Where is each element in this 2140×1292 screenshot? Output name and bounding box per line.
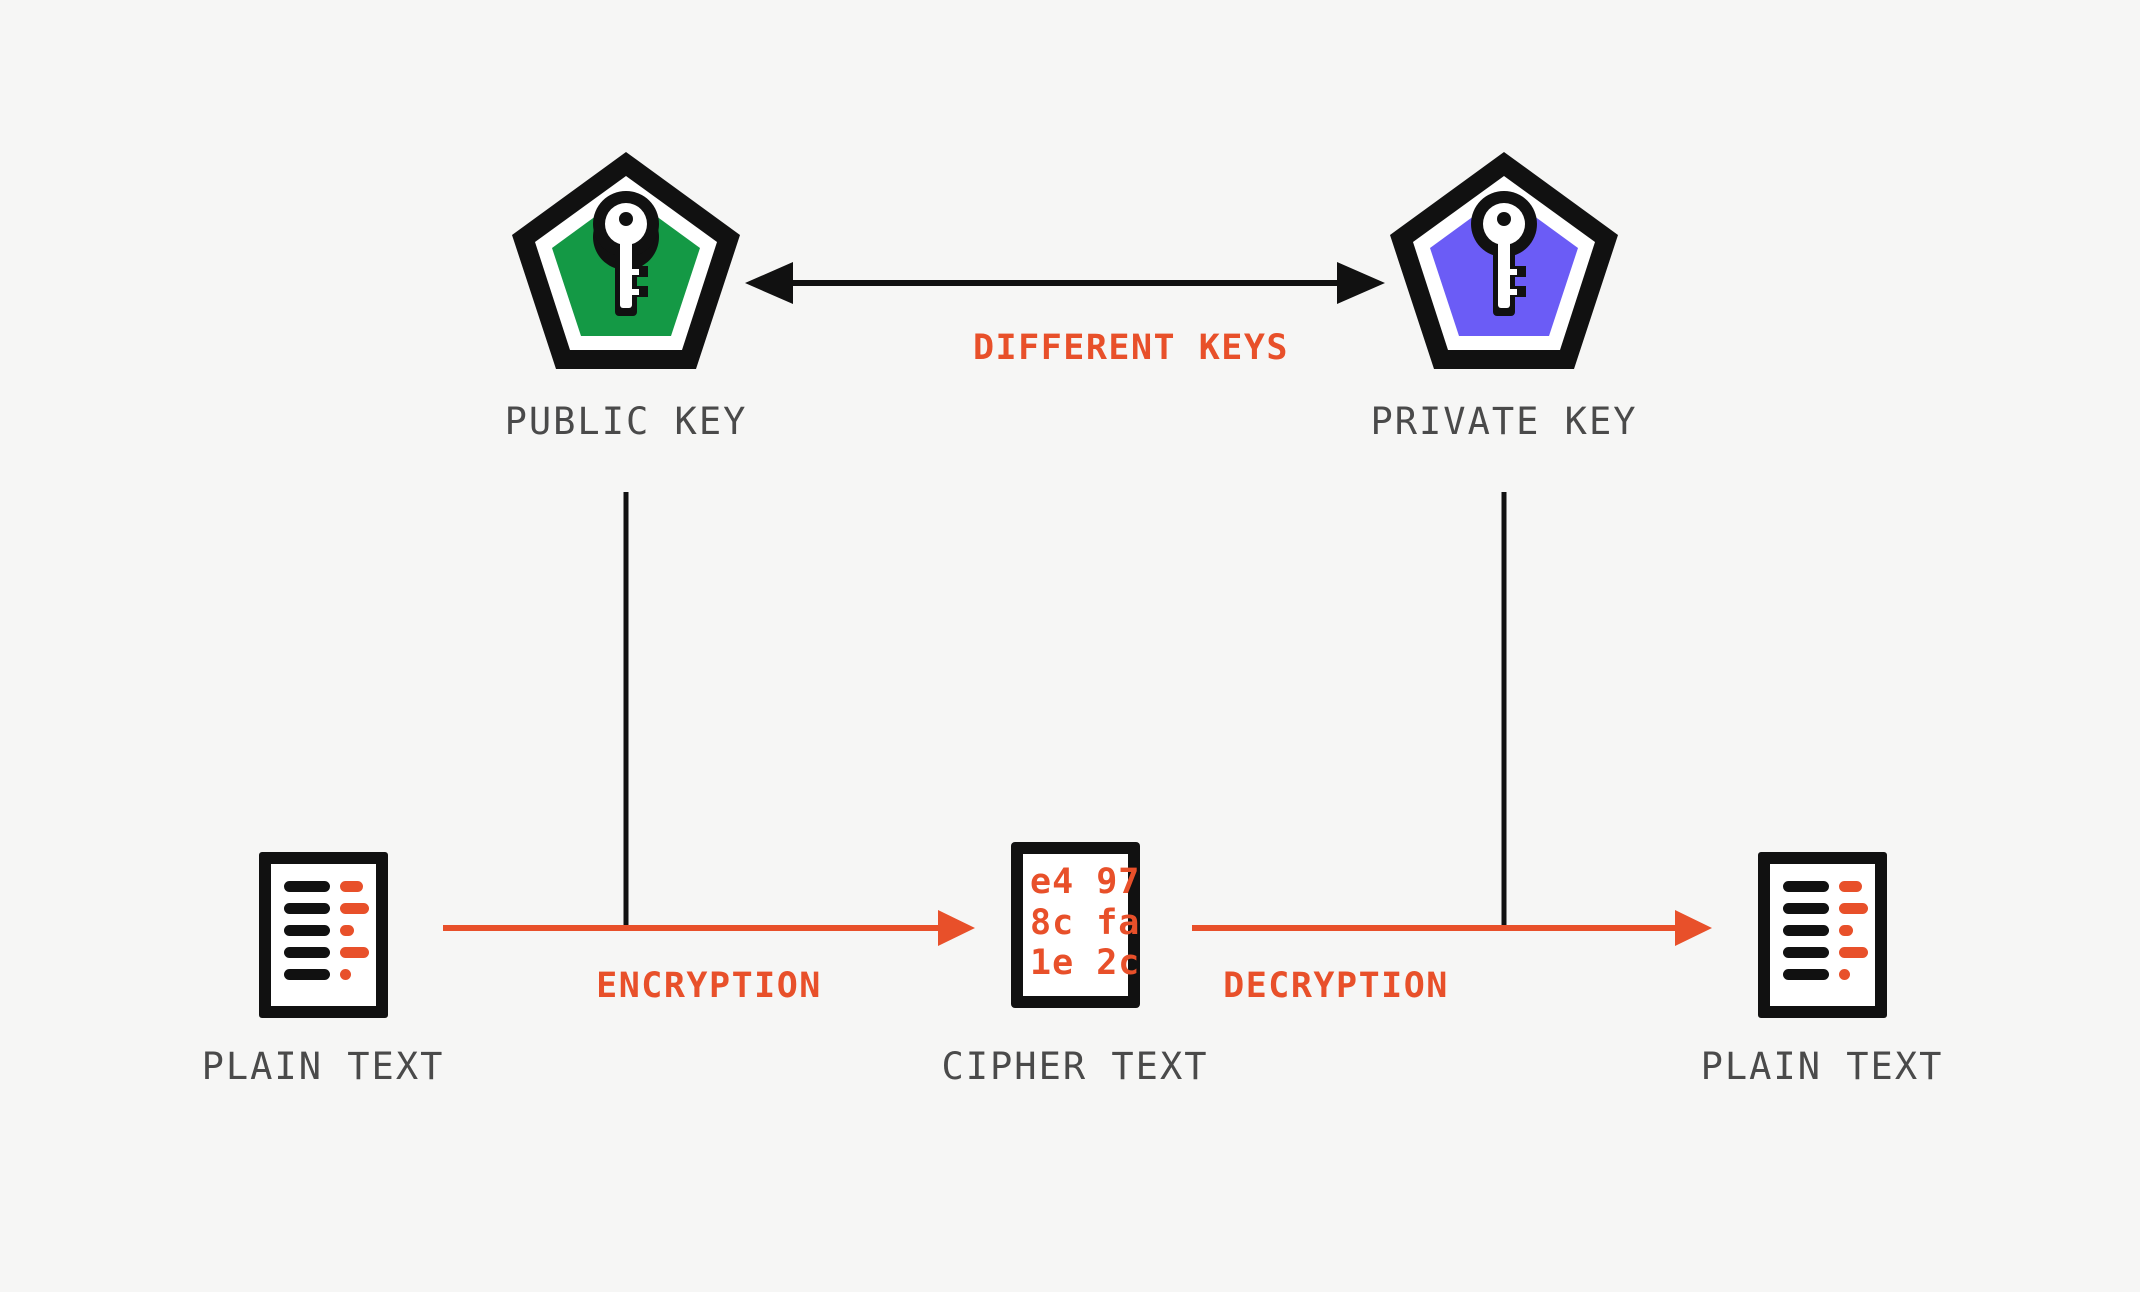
diagram-vector-layer	[259, 152, 1887, 1018]
plain-text-label-left: PLAIN TEXT	[201, 1045, 445, 1088]
encryption-arrow	[443, 910, 975, 946]
plain-text-document-left[interactable]	[259, 852, 388, 1018]
private-key-label: PRIVATE KEY	[1370, 400, 1638, 443]
private-key-icon[interactable]	[1390, 152, 1618, 369]
different-keys-arrow	[745, 262, 1385, 304]
plain-text-document-right[interactable]	[1758, 852, 1887, 1018]
cipher-line-2: 8c fa	[1030, 902, 1141, 943]
diagram-canvas: e4 97 8c fa 1e 2c PUBLIC KEY PRIVATE KEY…	[0, 0, 2140, 1292]
public-key-label: PUBLIC KEY	[504, 400, 748, 443]
plain-text-label-right: PLAIN TEXT	[1700, 1045, 1944, 1088]
encryption-label: ENCRYPTION	[596, 966, 822, 1006]
decryption-label: DECRYPTION	[1223, 966, 1449, 1006]
different-keys-label: DIFFERENT KEYS	[972, 328, 1289, 368]
cipher-text-label: CIPHER TEXT	[941, 1045, 1209, 1088]
cipher-line-1: e4 97	[1030, 862, 1141, 902]
public-key-icon[interactable]	[512, 152, 740, 369]
decryption-arrow	[1192, 910, 1712, 946]
